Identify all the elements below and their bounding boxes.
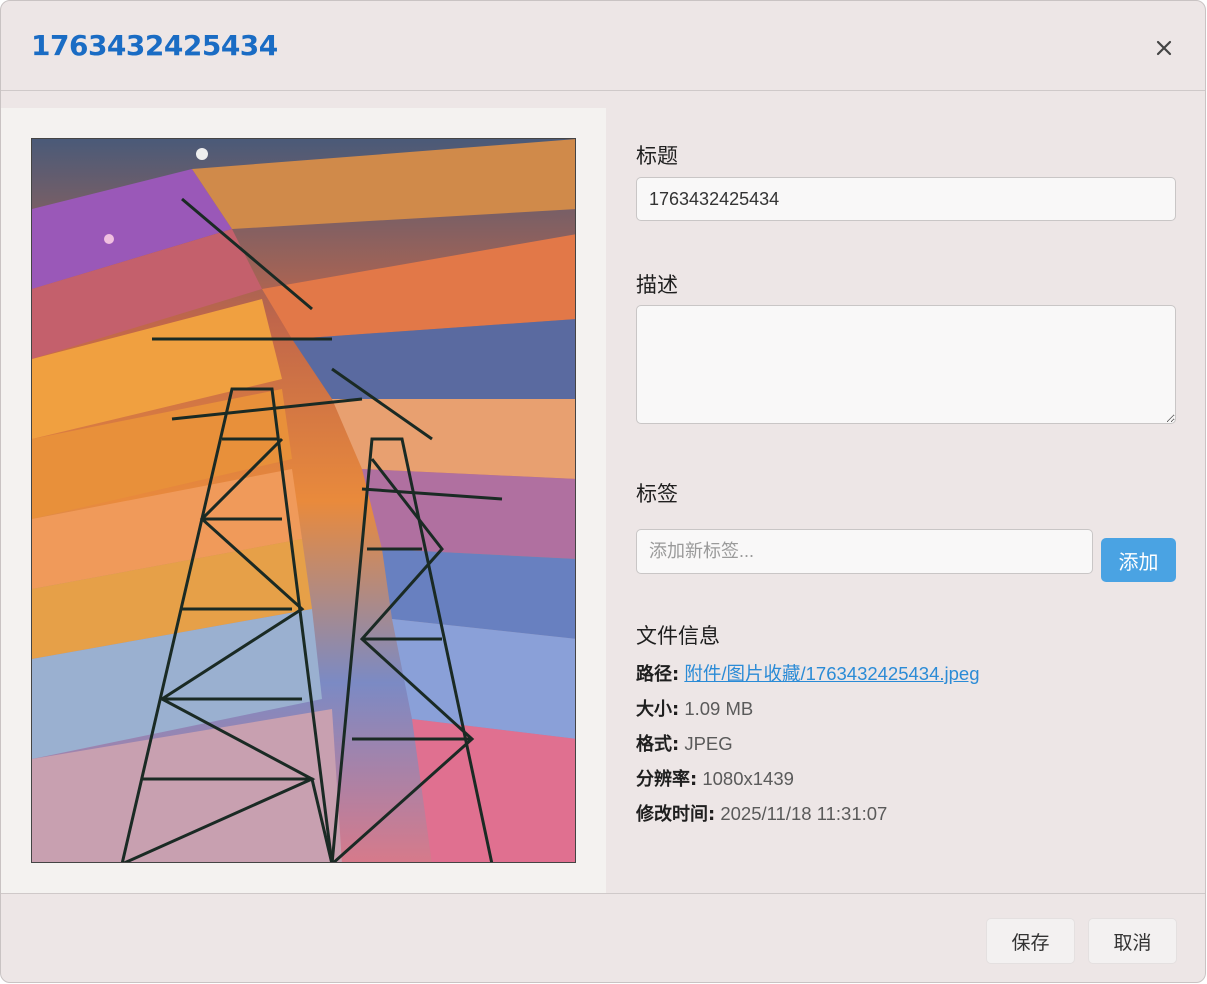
format-value: JPEG bbox=[684, 733, 733, 754]
description-label: 描述 bbox=[636, 273, 678, 297]
file-path-link[interactable]: 附件/图片收藏/1763432425434.jpeg bbox=[684, 663, 979, 684]
file-modified-row: 修改时间: 2025/11/18 11:31:07 bbox=[636, 800, 887, 826]
image-preview-pane bbox=[1, 108, 606, 893]
size-key: 大小: bbox=[636, 699, 680, 720]
file-format-row: 格式: JPEG bbox=[636, 730, 733, 756]
resolution-value: 1080x1439 bbox=[702, 768, 794, 789]
file-path-row: 路径: 附件/图片收藏/1763432425434.jpeg bbox=[636, 660, 980, 686]
image-detail-dialog: 1763432425434 标题 1763432425434 描述 标签 添加新… bbox=[0, 0, 1206, 983]
size-value: 1.09 MB bbox=[684, 698, 754, 719]
file-info-heading: 文件信息 bbox=[636, 624, 720, 648]
cancel-button[interactable]: 取消 bbox=[1088, 918, 1177, 964]
file-size-row: 大小: 1.09 MB bbox=[636, 695, 753, 721]
tags-label: 标签 bbox=[636, 482, 678, 506]
path-key: 路径: bbox=[636, 664, 680, 685]
dialog-header: 1763432425434 bbox=[1, 1, 1205, 91]
description-textarea[interactable] bbox=[636, 305, 1176, 424]
dialog-title: 1763432425434 bbox=[31, 29, 278, 62]
modified-value: 2025/11/18 11:31:07 bbox=[720, 803, 888, 824]
dialog-footer: 保存 取消 bbox=[1, 893, 1205, 982]
file-resolution-row: 分辨率: 1080x1439 bbox=[636, 765, 794, 791]
format-key: 格式: bbox=[636, 734, 680, 755]
add-tag-button[interactable]: 添加 bbox=[1101, 538, 1176, 582]
tag-input[interactable] bbox=[636, 529, 1093, 574]
close-icon[interactable] bbox=[1151, 35, 1177, 61]
save-button[interactable]: 保存 bbox=[986, 918, 1075, 964]
title-input[interactable] bbox=[636, 177, 1176, 221]
modified-key: 修改时间: bbox=[636, 804, 716, 825]
image-preview bbox=[31, 138, 576, 863]
resolution-key: 分辨率: bbox=[636, 769, 698, 790]
title-label: 标题 bbox=[636, 144, 678, 168]
